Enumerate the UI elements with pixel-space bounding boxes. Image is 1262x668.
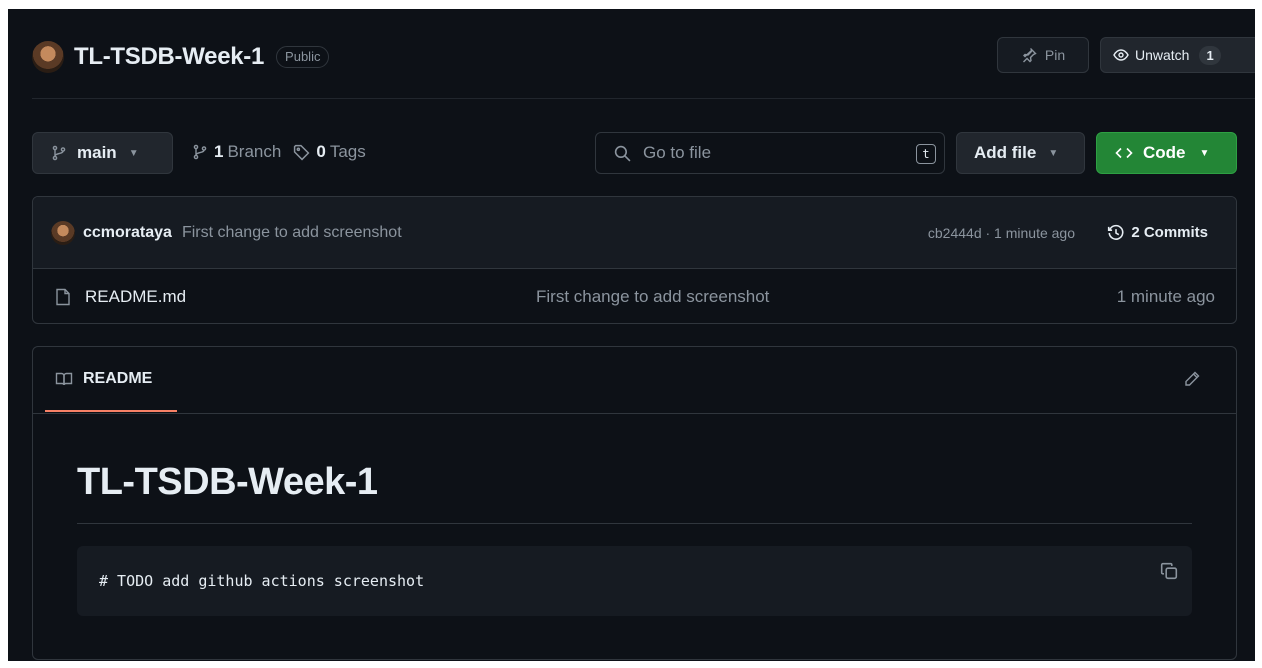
- readme-panel: README TL-TSDB-Week-1 # TODO add github …: [32, 346, 1237, 660]
- committer-avatar[interactable]: [51, 220, 75, 245]
- repo-meta-links: 1 Branch 0 Tags: [192, 142, 366, 162]
- branch-name: main: [77, 143, 117, 162]
- chevron-down-icon: ▼: [1199, 147, 1210, 159]
- file-row[interactable]: README.md First change to add screenshot…: [33, 269, 1236, 323]
- repo-header: TL-TSDB-Week-1 Public: [32, 39, 330, 75]
- branches-link[interactable]: Branch: [227, 142, 281, 162]
- pencil-icon[interactable]: [1184, 371, 1200, 387]
- add-file-button[interactable]: Add file ▼: [956, 132, 1085, 174]
- tag-icon: [293, 144, 310, 161]
- visibility-badge: Public: [276, 46, 330, 68]
- heading-divider: [77, 523, 1192, 524]
- search-placeholder: Go to file: [643, 143, 712, 162]
- shortcut-key: t: [916, 144, 936, 164]
- commit-message[interactable]: First change to add screenshot: [182, 224, 402, 242]
- tags-link[interactable]: Tags: [330, 142, 366, 162]
- chevron-down-icon: ▼: [128, 147, 139, 159]
- tag-count[interactable]: 0: [316, 142, 325, 162]
- file-name[interactable]: README.md: [85, 287, 186, 307]
- code-label: Code: [1143, 143, 1186, 162]
- pin-button[interactable]: Pin: [997, 37, 1089, 73]
- branch-count[interactable]: 1: [214, 142, 223, 162]
- commits-count: 2 Commits: [1131, 224, 1208, 241]
- book-icon: [55, 371, 73, 387]
- file-icon: [55, 288, 71, 306]
- go-to-file-input[interactable]: Go to file t: [595, 132, 945, 174]
- eye-icon: [1113, 47, 1129, 63]
- commit-hash-time[interactable]: cb2444d · 1 minute ago: [928, 225, 1075, 241]
- repo-name[interactable]: TL-TSDB-Week-1: [74, 43, 264, 71]
- latest-commit-row: ccmorataya First change to add screensho…: [33, 197, 1236, 269]
- readme-tab-bar: README: [33, 347, 1236, 414]
- file-commit-message[interactable]: First change to add screenshot: [536, 287, 769, 307]
- branch-selector[interactable]: main ▼: [32, 132, 173, 174]
- commit-author[interactable]: ccmorataya: [83, 224, 172, 242]
- code-button[interactable]: Code ▼: [1096, 132, 1237, 174]
- git-branch-icon: [192, 144, 208, 160]
- unwatch-label: Unwatch: [1135, 47, 1190, 63]
- header-divider: [32, 98, 1255, 99]
- watch-count: 1: [1199, 45, 1221, 65]
- readme-heading: TL-TSDB-Week-1: [77, 461, 378, 503]
- git-branch-icon: [51, 145, 67, 161]
- pin-icon: [1021, 47, 1037, 63]
- readme-tab-label: README: [83, 369, 153, 387]
- pin-label: Pin: [1044, 47, 1066, 63]
- file-browser: ccmorataya First change to add screensho…: [32, 196, 1237, 324]
- owner-avatar[interactable]: [32, 41, 64, 73]
- tab-readme[interactable]: README: [45, 347, 177, 412]
- unwatch-button[interactable]: Unwatch 1: [1100, 37, 1255, 73]
- file-time: 1 minute ago: [1116, 287, 1215, 306]
- search-icon: [614, 145, 631, 162]
- commits-link[interactable]: 2 Commits: [1107, 224, 1208, 242]
- copy-icon[interactable]: [1160, 562, 1178, 580]
- code-icon: [1115, 145, 1133, 161]
- history-icon: [1107, 224, 1125, 242]
- code-block: # TODO add github actions screenshot: [77, 546, 1192, 616]
- app-frame: TL-TSDB-Week-1 Public Pin Unwatch 1 main…: [8, 9, 1255, 661]
- code-text: # TODO add github actions screenshot: [99, 572, 425, 590]
- add-file-label: Add file: [974, 143, 1037, 162]
- chevron-down-icon: ▼: [1048, 147, 1059, 159]
